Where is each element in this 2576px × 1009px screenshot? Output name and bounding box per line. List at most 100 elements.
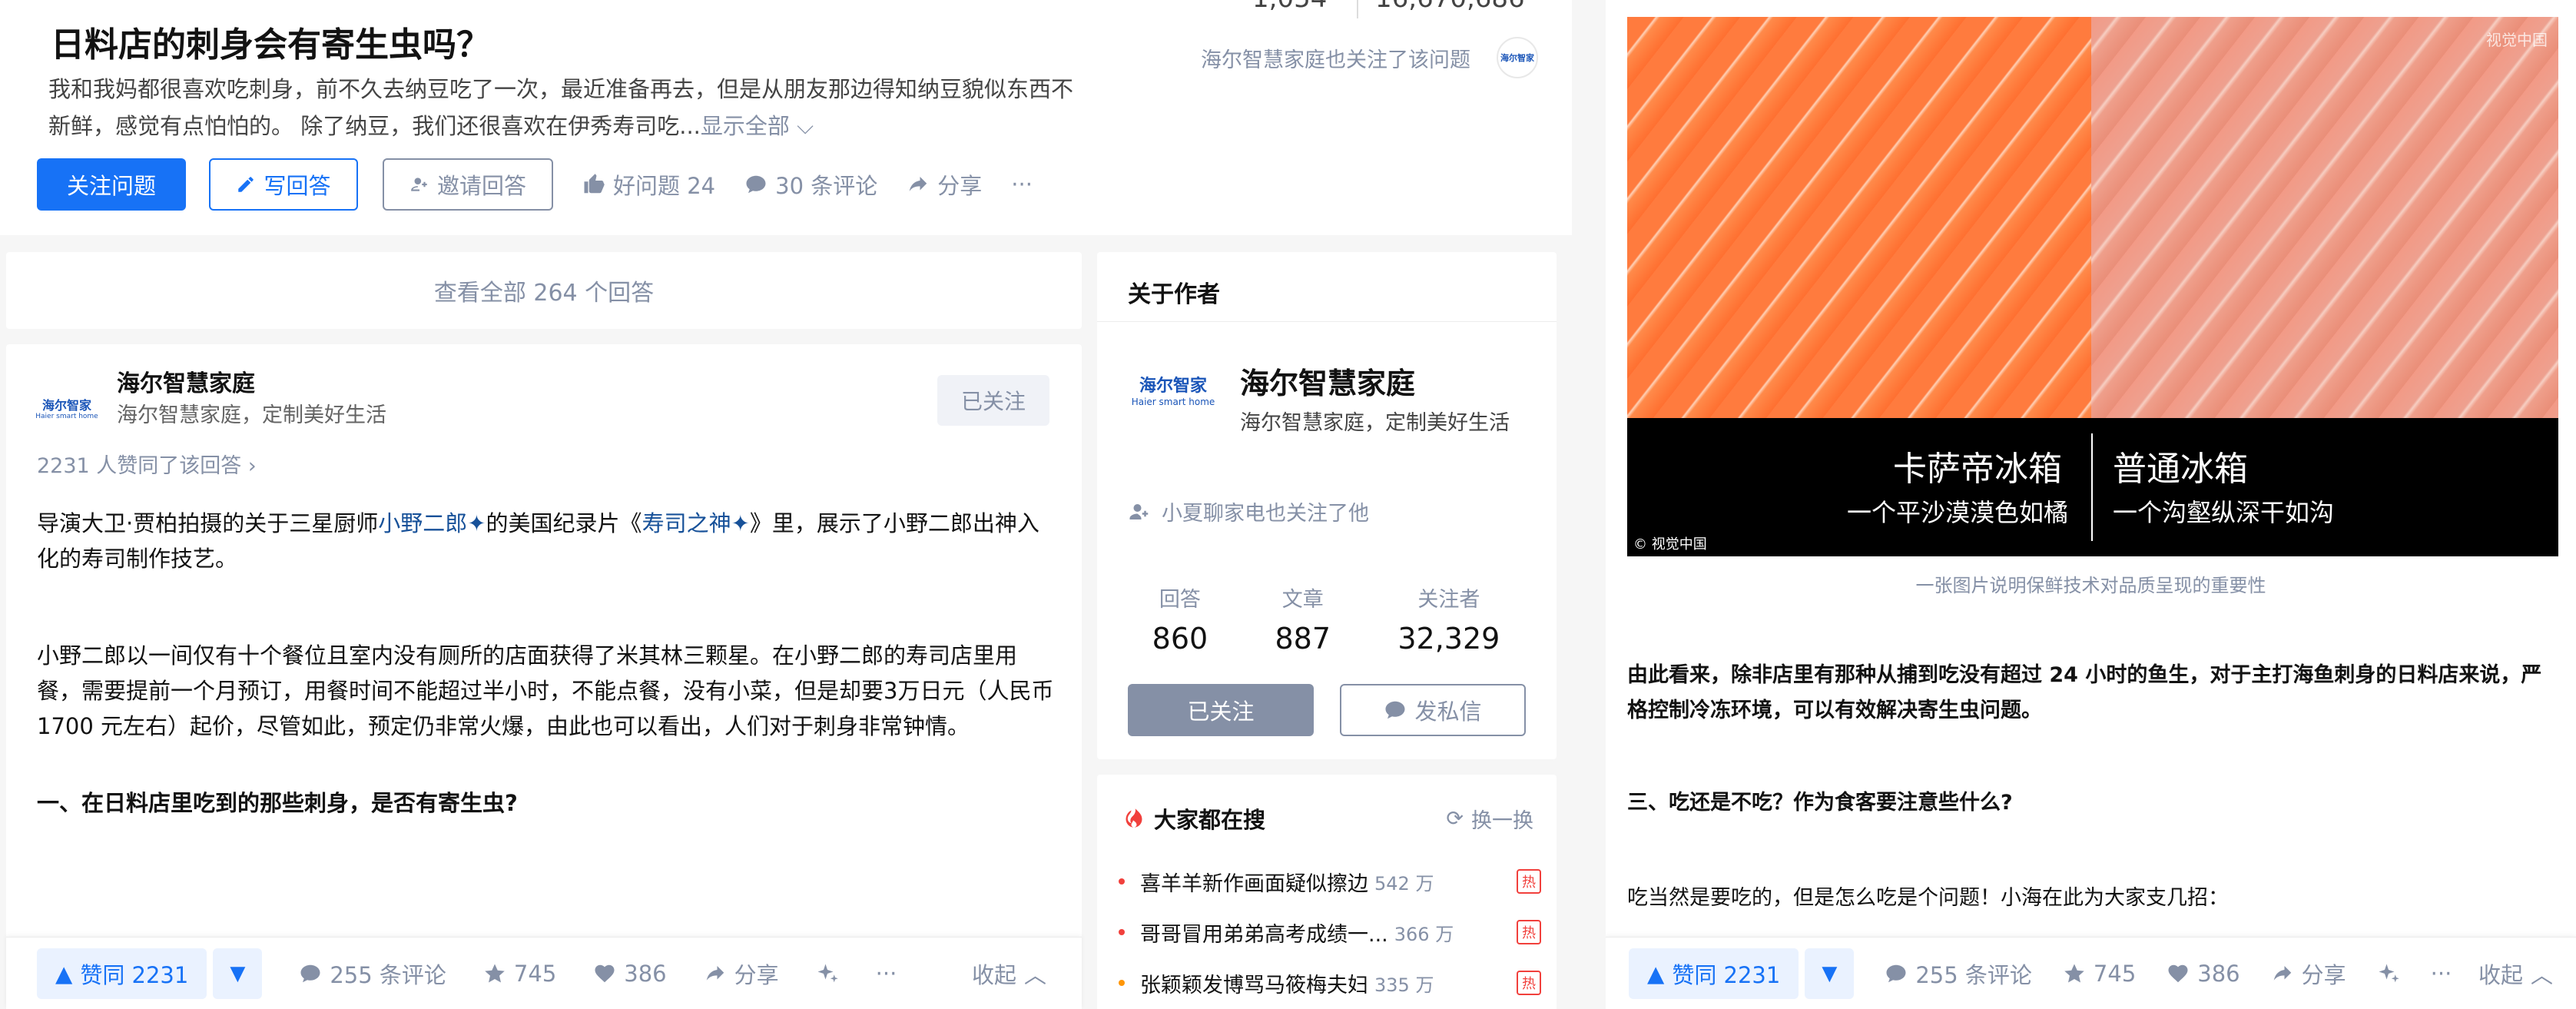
- stat-articles[interactable]: 文章 887: [1275, 582, 1331, 656]
- answer-more-button[interactable]: ···: [2431, 961, 2452, 987]
- question-header: 1,054 16,670,686 日料店的刺身会有寄生虫吗？ 我和我妈都很喜欢吃…: [0, 0, 1572, 235]
- hot-badge: 热: [1517, 971, 1541, 995]
- hot-search-list: 喜羊羊新作画面疑似擦边 542 万 热 哥哥冒用弟弟高考成绩一... 366 万…: [1119, 856, 1541, 1008]
- brand-avatar-mini[interactable]: 海尔智家: [1497, 37, 1538, 78]
- question-share-button[interactable]: 分享: [907, 168, 982, 201]
- show-all-link[interactable]: 显示全部 ⌵: [701, 113, 814, 139]
- downvote-button[interactable]: ▼: [213, 948, 263, 999]
- answer-share-button[interactable]: 分享: [704, 958, 779, 990]
- hot-badge: 热: [1517, 920, 1541, 944]
- stat-answers[interactable]: 回答 860: [1152, 582, 1208, 656]
- author-followed-button[interactable]: 已关注: [1128, 684, 1314, 736]
- author-card-divider: [1097, 321, 1557, 322]
- collapse-label: 收起: [2478, 961, 2523, 988]
- like-button[interactable]: 386: [593, 961, 667, 987]
- question-description-text: 我和我妈都很喜欢吃刺身，前不久去纳豆吃了一次，最近准备再去，但是从朋友那边得知纳…: [48, 76, 1074, 139]
- invite-answer-button[interactable]: 邀请回答: [383, 158, 553, 211]
- sparkle-icon: [817, 964, 838, 982]
- stat-label: 文章: [1281, 588, 1324, 612]
- stat-followers[interactable]: 关注者 32,329: [1397, 582, 1500, 656]
- answer-share-button[interactable]: 分享: [2271, 958, 2346, 990]
- upvote-label: 赞同 2231: [1672, 961, 1781, 988]
- collapse-button[interactable]: 收起 ︿: [972, 958, 1046, 990]
- good-question-button[interactable]: 好问题 24: [582, 168, 715, 201]
- share-arrow-icon: [2273, 965, 2291, 981]
- hot-search-item[interactable]: 张颖颖发博骂马筱梅夫妇 335 万 热: [1119, 958, 1541, 1008]
- author-card-follow-note: 小夏聊家电也关注了他: [1128, 496, 1369, 526]
- ai-sparkle-button[interactable]: [816, 962, 839, 985]
- question-title: 日料店的刺身会有寄生虫吗？: [51, 25, 490, 65]
- comment-icon: [300, 964, 320, 982]
- write-answer-button[interactable]: 写回答: [209, 158, 358, 211]
- right-panel: 视觉中国 卡萨帝冰箱 普通冰箱 一个平沙漠漠色如橘 一个沟壑纵深干如沟 © 视觉…: [1606, 0, 2576, 1009]
- send-message-label: 发私信: [1414, 699, 1482, 725]
- salmon-photo-casarte: [1627, 17, 2091, 418]
- answer-heading-1: 一、在日料店里吃到的那些刺身，是否有寄生虫?: [37, 790, 518, 816]
- answer-author-avatar[interactable]: 海尔智家 Haier smart home: [34, 377, 100, 443]
- collapse-label: 收起: [971, 961, 1016, 988]
- comparison-photo[interactable]: 视觉中国 卡萨帝冰箱 普通冰箱 一个平沙漠漠色如橘 一个沟壑纵深干如沟 © 视觉…: [1627, 17, 2558, 556]
- author-card-follow-note-text: 小夏聊家电也关注了他: [1162, 502, 1369, 526]
- favorite-button[interactable]: 745: [483, 961, 556, 987]
- author-card-name[interactable]: 海尔智慧家庭: [1240, 360, 1415, 402]
- stat-label: 回答: [1159, 588, 1201, 612]
- hot-item-title: 哥哥冒用弟弟高考成绩一...: [1140, 922, 1388, 947]
- answer-share-label: 分享: [2301, 961, 2346, 988]
- answer-more-button[interactable]: ···: [876, 961, 897, 987]
- comment-icon: [1886, 964, 1906, 982]
- hot-search-item[interactable]: 喜羊羊新作画面疑似擦边 542 万 热: [1119, 856, 1541, 907]
- upvote-button[interactable]: ▲ 赞同 2231: [1629, 948, 1799, 999]
- star-icon: [2064, 964, 2084, 982]
- ai-sparkle-button[interactable]: [2377, 962, 2400, 985]
- send-message-button[interactable]: 发私信: [1340, 684, 1526, 736]
- answer-card: 海尔智家 Haier smart home 海尔智慧家庭 海尔智慧家庭，定制美好…: [6, 344, 1082, 1009]
- chat-bubble-icon: [1385, 701, 1405, 719]
- pencil-icon: [238, 177, 254, 192]
- star-icon: [485, 964, 505, 982]
- view-all-answers-link[interactable]: 查看全部 264 个回答: [6, 252, 1082, 329]
- invite-answer-label: 邀请回答: [436, 173, 526, 199]
- answer-followed-button[interactable]: 已关注: [937, 375, 1049, 426]
- answer-comments-button[interactable]: 255 条评论: [1885, 958, 2032, 990]
- hot-search-item[interactable]: 哥哥冒用弟弟高考成绩一... 366 万 热: [1119, 907, 1541, 958]
- answer-votes-note[interactable]: 2231 人赞同了该回答 ›: [37, 449, 257, 479]
- person-icon: [1129, 503, 1149, 519]
- triangle-up-icon: ▲: [1647, 960, 1665, 987]
- follow-question-button[interactable]: 关注问题: [37, 158, 186, 211]
- favorite-button[interactable]: 745: [2063, 961, 2136, 987]
- photo-caption: 一张图片说明保鲜技术对品质呈现的重要性: [1915, 575, 2266, 596]
- left-panel: 1,054 16,670,686 日料店的刺身会有寄生虫吗？ 我和我妈都很喜欢吃…: [0, 0, 1572, 1009]
- person-add-icon: [411, 178, 427, 191]
- question-actions: 关注问题 写回答 邀请回答 好问题 24 30 条评论 分享 ···: [37, 158, 1033, 211]
- question-more-button[interactable]: ···: [1011, 171, 1033, 197]
- avatar-brand-sub: Haier smart home: [1131, 397, 1215, 407]
- thumbs-up-icon: [584, 174, 605, 194]
- collapse-button[interactable]: 收起 ︿: [2478, 958, 2553, 990]
- heart-icon: [2168, 964, 2188, 982]
- show-all-label: 显示全部: [700, 113, 790, 139]
- photo-label-casarte: 卡萨帝冰箱: [1893, 450, 2062, 489]
- photo-caption-divider: [2091, 433, 2093, 541]
- like-count: 386: [2197, 960, 2240, 987]
- answer-actionbar: ▲ 赞同 2231 ▼ 255 条评论 745 386 分享 ··· 收起 ︿: [6, 937, 1082, 1009]
- link-jiro-dreams[interactable]: 寿司之神✦: [642, 510, 750, 536]
- upvote-label: 赞同 2231: [80, 961, 189, 988]
- link-ono-jiro[interactable]: 小野二郎✦: [378, 510, 486, 536]
- author-card-avatar[interactable]: 海尔智家 Haier smart home: [1128, 361, 1218, 423]
- favorite-count: 745: [513, 960, 557, 987]
- stat-value: 32,329: [1397, 622, 1500, 656]
- answer-comments-button[interactable]: 255 条评论: [299, 958, 446, 990]
- photo-label-regular: 普通冰箱: [2113, 450, 2248, 489]
- downvote-button[interactable]: ▼: [1805, 948, 1855, 999]
- salmon-photo-regular: [2091, 17, 2558, 418]
- refresh-button[interactable]: ⟳ 换一换: [1446, 804, 1533, 834]
- like-button[interactable]: 386: [2167, 960, 2240, 987]
- author-card-bio: 海尔智慧家庭，定制美好生活: [1240, 411, 1510, 435]
- photo-caption-band: [1627, 418, 2558, 556]
- upvote-button[interactable]: ▲ 赞同 2231: [37, 948, 207, 999]
- answer-author-name[interactable]: 海尔智慧家庭: [117, 364, 255, 398]
- question-comments-label: 30 条评论: [775, 173, 878, 199]
- question-comments-button[interactable]: 30 条评论: [744, 168, 877, 201]
- chevron-down-icon: ⌵: [797, 113, 814, 139]
- para1-text-b: 的美国纪录片《: [486, 510, 642, 536]
